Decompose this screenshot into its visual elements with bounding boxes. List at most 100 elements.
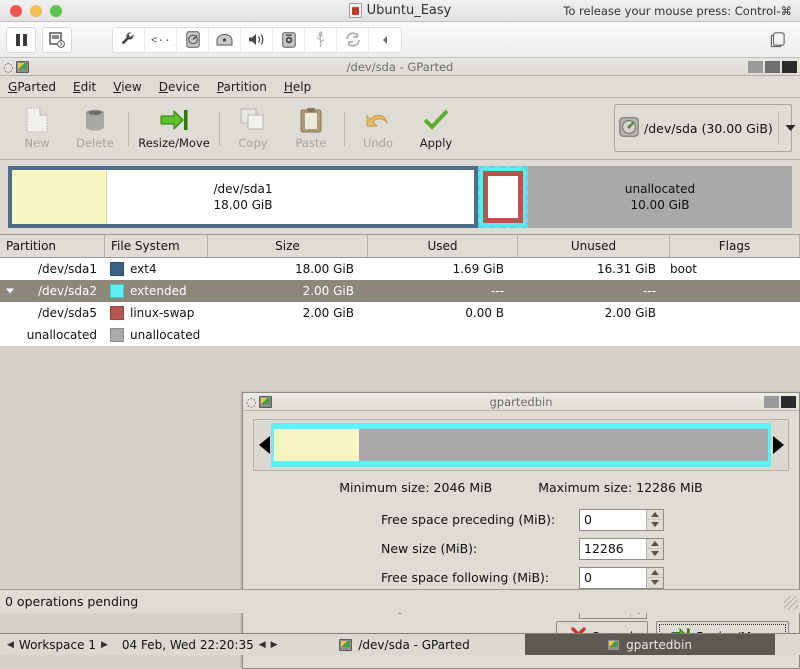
paste-button[interactable]: Paste (282, 107, 340, 150)
snapshot-icon[interactable] (42, 26, 72, 53)
free-space-following-input[interactable] (580, 567, 646, 588)
table-row[interactable]: /dev/sda1 ext4 18.00 GiB 1.69 GiB 16.31 GiB b… (0, 258, 800, 280)
menu-bar[interactable]: GParted Edit View Device Partition Help (0, 76, 800, 98)
task-prev-icon[interactable]: ◀ (259, 640, 266, 650)
task-next-icon[interactable]: ▶ (271, 640, 278, 650)
dialog-window-buttons[interactable] (764, 395, 796, 408)
copy-icon (240, 107, 266, 133)
usb-icon[interactable] (305, 27, 337, 52)
free-space-preceding-label: Free space preceding (MiB): (381, 512, 556, 527)
partition-name: /dev/sda1 (37, 262, 97, 276)
free-space-preceding-stepper[interactable] (579, 508, 664, 531)
task-button-gparted[interactable]: /dev/sda - GParted (285, 634, 525, 655)
fullscreen-icon[interactable] (764, 28, 790, 52)
sync-icon[interactable] (337, 27, 369, 52)
column-header-unused[interactable]: Unused (518, 235, 670, 257)
close-button[interactable] (782, 60, 797, 73)
optical-drive-icon[interactable] (209, 27, 241, 52)
task-button-gpartedbin[interactable]: gpartedbin (524, 634, 775, 655)
stepper-buttons[interactable] (646, 509, 663, 530)
taskbar: ◀ Workspace 1 ▶ 04 Feb, Wed 22:20:35 ◀ ▶… (0, 633, 800, 655)
column-header-flags[interactable]: Flags (670, 235, 800, 257)
copy-button[interactable]: Copy (224, 107, 282, 150)
maximize-button[interactable] (765, 60, 780, 73)
dialog-minimize-button[interactable] (764, 395, 779, 408)
table-row[interactable]: /dev/sda5 linux-swap 2.00 GiB 0.00 B 2.00 Gi… (0, 302, 800, 324)
graphic-partition-sda5[interactable] (483, 171, 523, 223)
stepper-down-icon[interactable] (647, 549, 663, 559)
graphic-unallocated-size: 10.00 GiB (630, 198, 690, 212)
new-partition-button[interactable]: New (8, 107, 66, 150)
menu-device[interactable]: Device (159, 80, 200, 94)
field-new-size: New size (MiB): (381, 536, 799, 561)
table-row[interactable]: /dev/sda2 extended 2.00 GiB --- --- (0, 280, 800, 302)
gparted-window-buttons[interactable] (748, 60, 797, 73)
clock[interactable]: 04 Feb, Wed 22:20:35 ◀ ▶ (115, 634, 285, 655)
menu-view[interactable]: View (113, 80, 141, 94)
menu-help[interactable]: Help (284, 80, 311, 94)
resize-handle-left[interactable] (257, 436, 271, 454)
gparted-app-icon (16, 60, 30, 73)
graphic-partition-extended[interactable] (478, 166, 528, 228)
chevron-down-icon[interactable] (777, 111, 796, 145)
resize-handle-right[interactable] (771, 436, 785, 454)
free-space-preceding-input[interactable] (580, 509, 646, 530)
stepper-up-icon[interactable] (647, 539, 663, 549)
cell-flags (670, 302, 800, 324)
column-header-partition[interactable]: Partition (0, 235, 105, 257)
device-select[interactable]: /dev/sda (30.00 GiB) (614, 104, 796, 152)
table-row[interactable]: unallocated unallocated (0, 324, 800, 346)
partition-table-header[interactable]: Partition File System Size Used Unused F… (0, 234, 800, 258)
column-header-size[interactable]: Size (208, 235, 368, 257)
paste-label: Paste (295, 136, 327, 150)
network-icon[interactable]: <··> (145, 27, 177, 52)
apply-button[interactable]: Apply (407, 107, 465, 150)
gparted-titlebar[interactable]: ◌ /dev/sda - GParted (0, 58, 800, 76)
new-size-input[interactable] (580, 538, 646, 559)
menu-gparted[interactable]: GParted (8, 80, 56, 94)
window-menu-icon[interactable]: ◌ (3, 61, 13, 73)
delete-partition-button[interactable]: Delete (66, 107, 124, 150)
resize-grip[interactable] (784, 596, 798, 610)
menu-edit[interactable]: Edit (73, 80, 96, 94)
filesystem-color-swatch (110, 284, 124, 298)
window-menu-icon[interactable]: ◌ (246, 396, 256, 408)
sound-icon[interactable] (241, 27, 273, 52)
new-size-stepper[interactable] (579, 537, 664, 560)
cell-size: 18.00 GiB (294, 262, 354, 276)
stepper-down-icon[interactable] (647, 578, 663, 588)
graphic-partition-sda1[interactable]: /dev/sda1 18.00 GiB (8, 166, 478, 228)
filesystem-name: extended (130, 284, 187, 298)
column-header-filesystem[interactable]: File System (105, 235, 208, 257)
expander-triangle-icon[interactable] (6, 288, 14, 294)
workspace-next-icon[interactable]: ▶ (101, 640, 108, 650)
free-space-following-stepper[interactable] (579, 566, 664, 589)
menu-partition[interactable]: Partition (217, 80, 267, 94)
workspace-switcher[interactable]: ◀ Workspace 1 ▶ (0, 634, 115, 655)
workspace-prev-icon[interactable]: ◀ (7, 640, 14, 650)
stepper-down-icon[interactable] (647, 520, 663, 530)
vm-device-icon-group[interactable]: <··> (112, 26, 402, 53)
harddisk-icon[interactable] (177, 27, 209, 52)
stepper-up-icon[interactable] (647, 510, 663, 520)
dialog-resize-bar[interactable] (253, 419, 789, 471)
dialog-close-button[interactable] (781, 395, 796, 408)
undo-button[interactable]: Undo (349, 107, 407, 150)
resize-move-button[interactable]: Resize/Move (133, 107, 215, 150)
cell-partition: /dev/sda5 (0, 302, 105, 324)
pause-icon[interactable] (6, 26, 36, 53)
new-size-label: New size (MiB): (381, 541, 478, 556)
graphic-unallocated[interactable]: unallocated 10.00 GiB (528, 166, 792, 228)
partition-graphic[interactable]: /dev/sda1 18.00 GiB unallocated 10.00 Gi… (0, 160, 800, 234)
status-text: 0 operations pending (5, 594, 139, 609)
collapse-icon[interactable] (369, 28, 401, 52)
column-header-used[interactable]: Used (368, 235, 518, 257)
dialog-titlebar[interactable]: ◌ gpartedbin (243, 393, 799, 411)
settings-wrench-icon[interactable] (113, 27, 145, 52)
minimize-button[interactable] (748, 60, 763, 73)
stepper-up-icon[interactable] (647, 568, 663, 578)
dialog-partition-bar[interactable] (271, 423, 771, 467)
camera-icon[interactable] (273, 27, 305, 52)
stepper-buttons[interactable] (646, 567, 663, 588)
stepper-buttons[interactable] (646, 538, 663, 559)
